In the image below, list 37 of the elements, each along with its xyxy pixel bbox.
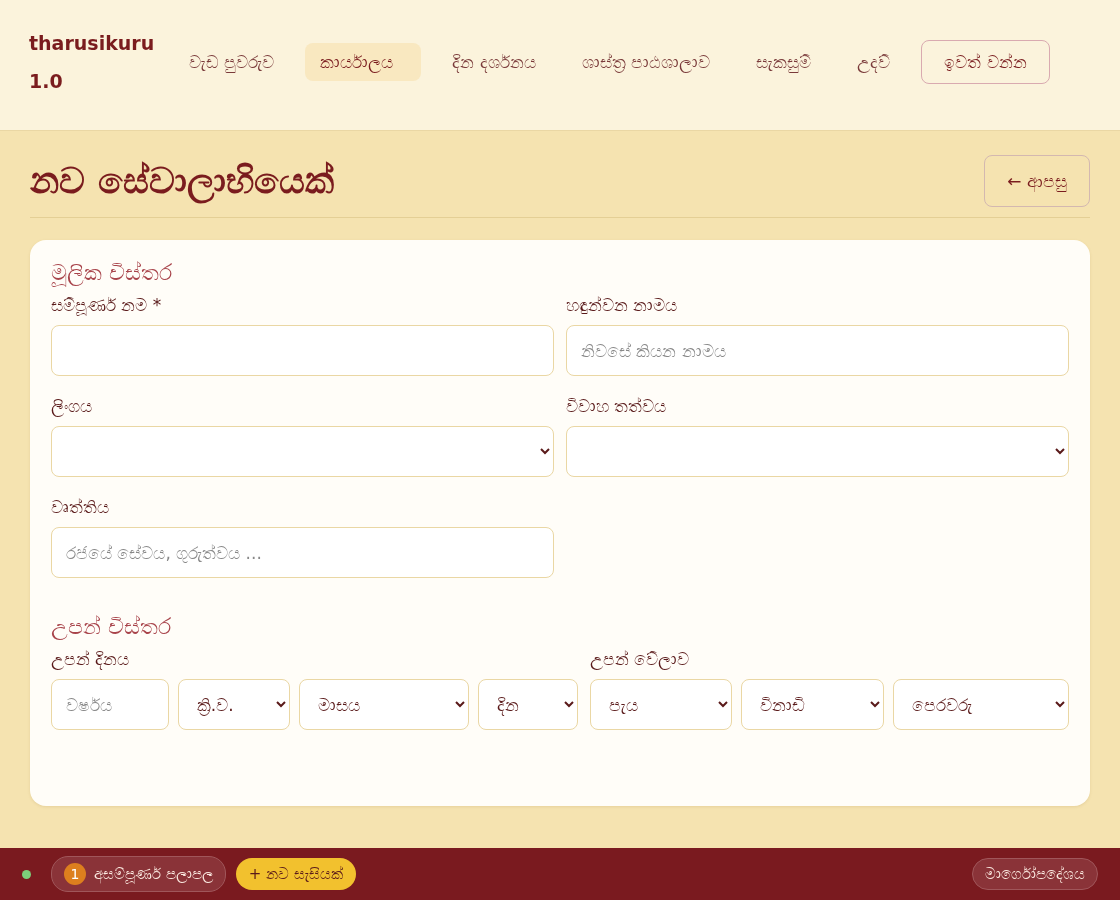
field-label: හඳුන්වන නාමය xyxy=(566,295,679,315)
field-label: ලිංගය xyxy=(51,396,93,416)
dropdown[interactable] xyxy=(566,426,1069,477)
field-label: වෘත්තිය xyxy=(51,497,110,517)
nav-link[interactable]: කාර්යාලය xyxy=(305,43,422,81)
input-field[interactable]: රජයේ සේවය, ගුරුත්වය ... xyxy=(51,527,554,578)
app-name: tharusikuru xyxy=(29,31,156,56)
nav-link[interactable]: වැඩ පුවරුව xyxy=(174,43,290,81)
section-title: උපන් විස්තර xyxy=(51,614,172,639)
nav-link[interactable]: උදව් xyxy=(842,43,906,81)
new-session-button[interactable]: + නව සැසියක් xyxy=(235,858,356,890)
field-label: උපන් දිනය xyxy=(51,649,131,669)
section-title: මූලික විස්තර xyxy=(51,260,173,285)
app-version: 1.0 xyxy=(29,69,64,94)
input-field[interactable]: නිවසේ කියන නාමය xyxy=(566,325,1069,376)
dropdown[interactable]: විනාඩි xyxy=(741,679,884,730)
guide-button[interactable]: මාර්ගෝපදේශය xyxy=(972,858,1098,890)
dropdown[interactable]: මාසය xyxy=(299,679,469,730)
nav-link[interactable]: ශාස්ත්‍ර පාඨශාලාව xyxy=(566,43,726,81)
incomplete-results-button[interactable]: 1 අසම්පූර්ණ පලාපල xyxy=(51,856,226,892)
nav-link[interactable]: සැකසුම් xyxy=(741,43,827,81)
page-title: නව සේවාලාභියෙක් xyxy=(30,160,334,202)
dropdown[interactable] xyxy=(51,426,554,477)
back-button[interactable]: ← ආපසු xyxy=(984,155,1090,207)
dropdown[interactable]: දින xyxy=(477,679,578,730)
logout-button[interactable]: ඉවත් වන්න xyxy=(921,40,1050,84)
status-dot-icon xyxy=(22,869,31,879)
dropdown[interactable]: ක්‍රි.ව. xyxy=(177,679,291,730)
input-field[interactable]: වර්ෂය xyxy=(51,679,169,730)
dropdown[interactable]: පැය xyxy=(590,679,733,730)
count-badge: 1 xyxy=(64,863,86,885)
field-label: සම්පූර්ණ නම * xyxy=(51,295,163,315)
nav-link[interactable]: දින දර්ශනය xyxy=(437,43,551,81)
field-label: උපන් වේලාව xyxy=(590,649,691,669)
field-label: විවාහ තත්වය xyxy=(566,396,668,416)
dropdown[interactable]: පෙරවරු xyxy=(892,679,1069,730)
input-field[interactable] xyxy=(51,325,554,376)
